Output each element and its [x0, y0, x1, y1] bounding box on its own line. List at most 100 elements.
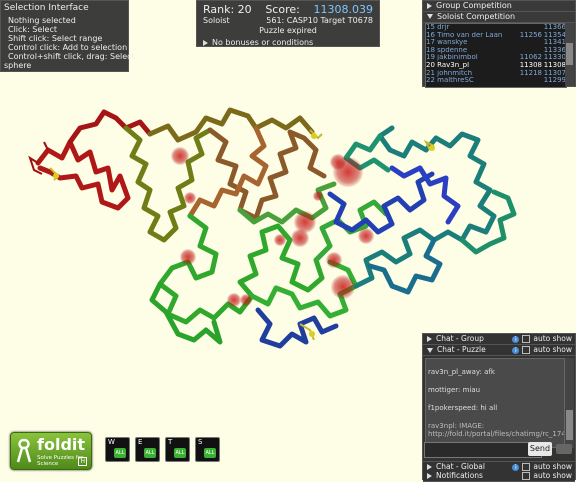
logo-brand: foldit [37, 435, 86, 454]
leaderboard-player: 17 wanskye [426, 39, 468, 47]
leaderboard-row[interactable]: 18 spdenne 11336 [426, 47, 566, 55]
leaderboard-row[interactable]: 17 wanskye 11341 [426, 39, 566, 47]
chat-message-list[interactable]: rav3n_pl_away: afk mottiger: miau f1poke… [425, 358, 565, 448]
backbone-segment-teal2 [367, 237, 443, 295]
leaderboard-best: 11308 [543, 61, 566, 69]
auto-show-checkbox[interactable] [522, 346, 531, 354]
competition-panel: Group Competition Soloist Competition 15… [422, 0, 576, 88]
selection-line: Nothing selected [8, 16, 76, 25]
leaderboard-row[interactable]: 16 Timo van der Laan 11256 11354 [426, 30, 566, 40]
ribbon-icon [16, 438, 32, 463]
expand-arrow-icon [427, 464, 432, 470]
leaderboard-best: 11299 [543, 77, 566, 85]
leaderboard-best: 11341 [543, 39, 566, 47]
puzzle-status: Puzzle expired [259, 26, 317, 35]
leaderboard-scrollbar[interactable] [565, 23, 574, 86]
leaderboard-row[interactable]: 21 johnmitch 11218 11307 [426, 68, 566, 78]
selection-line: Click: Select [8, 25, 57, 34]
backbone-segment-olive2 [147, 107, 315, 143]
backbone-segment-brown [207, 127, 327, 221]
leaderboard-player: 22 malthreSC [426, 77, 474, 85]
tool-badge: ALL [204, 448, 216, 458]
leaderboard-best: 11354 [543, 31, 566, 39]
leaderboard-best: 11336 [543, 46, 566, 54]
leaderboard-row[interactable]: 15 drjr 11366 [426, 24, 566, 32]
leaderboard-row[interactable]: 22 malthreSC 11299 [426, 77, 566, 85]
chat-message[interactable]: rav3npl: IMAGE: http://fold.it/portal/fi… [428, 422, 564, 438]
tool-badge: ALL [174, 448, 186, 458]
score-value: 11308.039 [313, 3, 373, 16]
leaderboard-best: 11307 [543, 69, 566, 77]
backbone-segment-blue3 [389, 165, 461, 225]
leaderboard-player: 16 Timo van der Laan [426, 31, 503, 39]
auto-show-checkbox[interactable] [522, 472, 531, 480]
scrollbar-thumb[interactable] [566, 410, 573, 440]
group-competition-header[interactable]: Group Competition [423, 1, 575, 12]
leaderboard-list[interactable]: 15 drjr 11366 16 Timo van der Laan 11256 113… [425, 23, 567, 88]
tool-badge: ALL [144, 448, 156, 458]
chat-group-label: Chat - Group [436, 334, 484, 343]
chat-puzzle-label: Chat - Puzzle [437, 345, 486, 354]
info-icon[interactable]: i [512, 335, 520, 343]
tool-key: W [108, 438, 115, 446]
auto-show-label: auto show [533, 345, 572, 354]
leaderboard-player: 15 drjr [426, 24, 450, 31]
tweak-tool-button[interactable]: T ALL [165, 437, 190, 462]
tool-key: T [168, 438, 173, 446]
leaderboard-best: 11330 [543, 54, 566, 62]
send-button[interactable]: Send [528, 442, 552, 456]
selection-title: Selection Interface [4, 3, 89, 13]
selection-line: Control+shift click, drag: Select [8, 52, 135, 61]
sidechain-tool-button[interactable]: S ALL [195, 437, 220, 462]
tool-key: E [138, 438, 143, 446]
selection-line: Shift click: Select range [8, 34, 103, 43]
soloist-competition-label: Soloist Competition [437, 12, 516, 21]
leaderboard-player: 18 spdenne [426, 46, 468, 54]
auto-show-checkbox[interactable] [522, 335, 531, 343]
leaderboard-row[interactable]: 19 jakbinimbol 11062 11330 [426, 54, 566, 62]
backbone-segment-red [35, 139, 131, 211]
mode-label: Soloist [203, 16, 230, 25]
tool-key: S [198, 438, 203, 446]
selection-line: sphere [4, 61, 32, 70]
chat-message: rav3n_pl_away: afk [428, 368, 495, 376]
rank-label: Rank: 20 [203, 3, 252, 16]
soloist-competition-header[interactable]: Soloist Competition [423, 12, 575, 23]
sound-icon[interactable] [556, 444, 572, 454]
leaderboard-player: 19 jakbinimbol [426, 54, 478, 62]
expand-arrow-icon [203, 39, 208, 46]
leaderboard-score [504, 39, 542, 47]
selection-interface-panel: Selection Interface Nothing selected Cli… [0, 0, 135, 72]
expand-arrow-icon [427, 473, 432, 479]
collapse-arrow-icon [427, 347, 433, 353]
chat-group-header[interactable]: Chat - Group i auto show [423, 334, 575, 345]
chat-scrollbar[interactable] [565, 358, 574, 448]
puzzle-name: 561: CASP10 Target T0678 [266, 16, 373, 25]
auto-show-label: auto show [533, 334, 572, 343]
notifications-header[interactable]: Notifications auto show [423, 471, 575, 482]
auto-show-checkbox[interactable] [522, 463, 531, 471]
leaderboard-row[interactable]: 20 Rav3n_pl 11308 11308 [426, 61, 566, 70]
chat-input[interactable] [424, 442, 542, 458]
expand-arrow-icon [427, 336, 432, 342]
leaderboard-score: 11256 [519, 30, 542, 39]
chat-message: f1pokerspeed: hi all [428, 404, 498, 412]
bonuses-toggle[interactable]: No bonuses or conditions [203, 38, 373, 47]
info-icon[interactable]: i [512, 463, 520, 471]
wiggle-tool-button[interactable]: W ALL [105, 437, 130, 462]
info-icon[interactable]: i [512, 346, 520, 354]
bonuses-label: No bonuses or conditions [212, 38, 314, 47]
leaderboard-best: 11366 [543, 24, 566, 31]
tool-badge: ALL [114, 448, 126, 458]
leaderboard-player: 20 Rav3n_pl [426, 61, 470, 69]
foldit-logo: foldit Solve Puzzles for Science H [10, 432, 92, 470]
score-label: Score: [265, 3, 300, 16]
collapse-arrow-icon [427, 14, 433, 19]
chat-puzzle-header[interactable]: Chat - Puzzle i auto show [423, 345, 575, 356]
leaderboard-score: 11218 [519, 68, 542, 77]
group-competition-label: Group Competition [436, 1, 512, 10]
shake-tool-button[interactable]: E ALL [135, 437, 160, 462]
scrollbar-thumb[interactable] [566, 43, 573, 65]
logo-badge: H [78, 457, 87, 466]
leaderboard-score [504, 77, 542, 85]
